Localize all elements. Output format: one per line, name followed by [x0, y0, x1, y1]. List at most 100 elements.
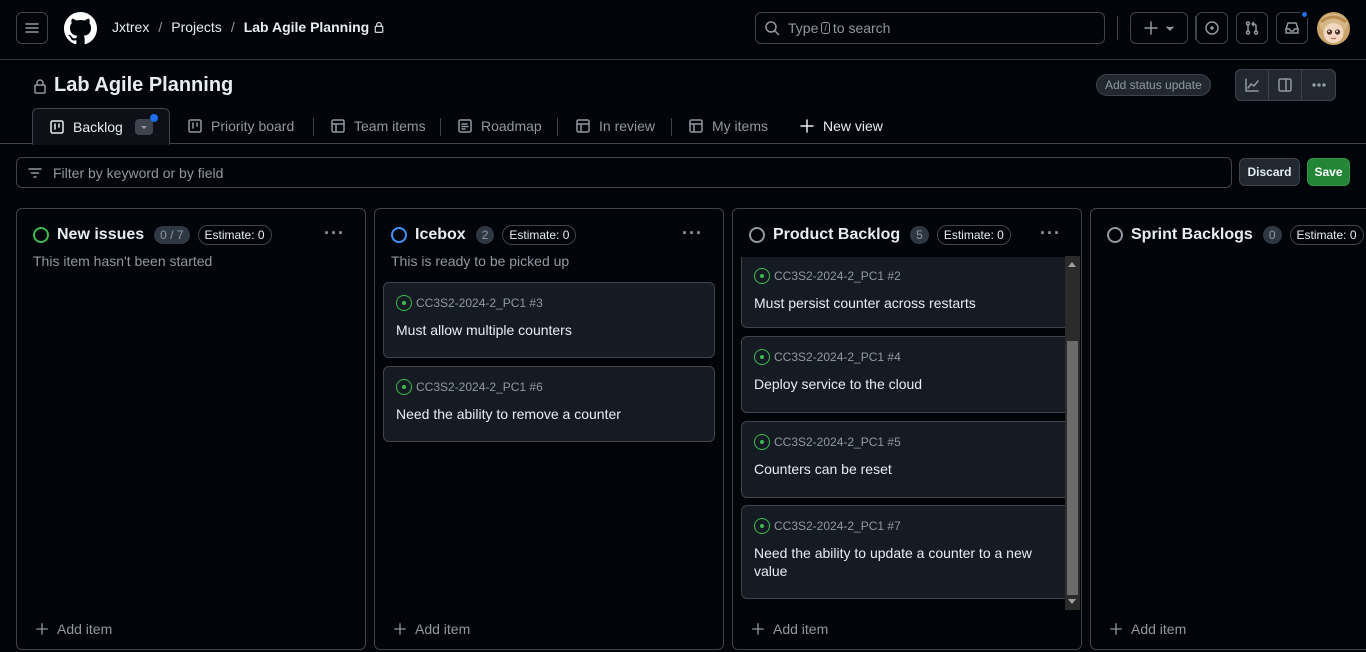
triangle-down-icon: [1165, 23, 1175, 33]
breadcrumb: Jxtrex / Projects / Lab Agile Planning: [112, 19, 385, 35]
board-icon: [49, 119, 65, 135]
tab-priority-board[interactable]: Priority board: [187, 108, 294, 144]
column-count: 5: [910, 226, 929, 244]
menu-icon[interactable]: [16, 12, 48, 44]
column-menu-icon[interactable]: ···: [1040, 223, 1061, 244]
status-circle-icon: [391, 227, 407, 243]
sidebar-toggle-icon[interactable]: [1269, 70, 1302, 100]
search-input[interactable]: Type / to search: [755, 12, 1105, 44]
scroll-up-icon[interactable]: [1068, 262, 1076, 267]
column-menu-icon[interactable]: ···: [324, 223, 345, 244]
board-column-product-backlog: CC3S2-2024-2_PC1 #2 Must persist counter…: [732, 208, 1082, 650]
avatar[interactable]: [1317, 12, 1350, 45]
issue-card[interactable]: CC3S2-2024-2_PC1 #7 Need the ability to …: [741, 505, 1073, 599]
board-column-new-issues: New issues 0 / 7 Estimate: 0 ··· This it…: [16, 208, 366, 650]
card-title[interactable]: Must persist counter across restarts: [754, 294, 1060, 312]
breadcrumb-project[interactable]: Lab Agile Planning: [244, 19, 370, 35]
column-title: New issues: [57, 226, 145, 243]
inbox-icon: [1284, 20, 1300, 36]
divider: [440, 118, 441, 136]
add-item-button[interactable]: Add item: [35, 621, 112, 637]
card-ref-text[interactable]: CC3S2-2024-2_PC1 #7: [774, 519, 901, 533]
status-circle-icon: [749, 227, 765, 243]
new-view-button[interactable]: New view: [799, 108, 883, 144]
issue-card[interactable]: CC3S2-2024-2_PC1 #6 Need the ability to …: [383, 366, 715, 442]
add-item-button[interactable]: Add item: [393, 621, 470, 637]
filter-placeholder: Filter by keyword or by field: [53, 164, 224, 181]
save-button[interactable]: Save: [1307, 158, 1350, 186]
divider: [313, 118, 314, 136]
tab-in-review[interactable]: In review: [575, 108, 655, 144]
tab-backlog[interactable]: Backlog: [32, 108, 170, 145]
add-item-button[interactable]: Add item: [1109, 621, 1186, 637]
plus-icon: [35, 622, 49, 636]
tab-label: My items: [712, 118, 768, 134]
card-title[interactable]: Need the ability to remove a counter: [396, 405, 702, 423]
column-header: Product Backlog 5 Estimate: 0: [749, 225, 1011, 245]
card-reference: CC3S2-2024-2_PC1 #2: [754, 268, 901, 284]
create-new-button[interactable]: [1130, 12, 1188, 44]
breadcrumb-separator: /: [158, 19, 163, 35]
column-estimate: Estimate: 0: [1289, 225, 1364, 245]
card-ref-text[interactable]: CC3S2-2024-2_PC1 #5: [774, 435, 901, 449]
column-header: Sprint Backlogs 0 Estimate: 0: [1107, 225, 1364, 245]
column-header: New issues 0 / 7 Estimate: 0: [33, 225, 272, 245]
issue-card[interactable]: CC3S2-2024-2_PC1 #5 Counters can be rese…: [741, 421, 1073, 498]
add-item-label: Add item: [773, 621, 829, 637]
card-ref-text[interactable]: CC3S2-2024-2_PC1 #6: [416, 380, 543, 394]
card-title[interactable]: Counters can be reset: [754, 460, 1060, 478]
filter-input[interactable]: Filter by keyword or by field: [16, 157, 1232, 188]
scrollbar-thumb[interactable]: [1067, 341, 1078, 595]
issue-opened-icon: [1204, 20, 1220, 36]
plus-icon: [751, 622, 765, 636]
card-reference: CC3S2-2024-2_PC1 #7: [754, 518, 901, 534]
tab-options-button[interactable]: [134, 113, 158, 135]
project-title-text[interactable]: Lab Agile Planning: [54, 74, 233, 97]
tab-label: In review: [599, 118, 656, 134]
divider: [671, 118, 672, 136]
issue-card[interactable]: CC3S2-2024-2_PC1 #4 Deploy service to th…: [741, 336, 1073, 413]
card-ref-text[interactable]: CC3S2-2024-2_PC1 #4: [774, 350, 901, 364]
card-title[interactable]: Must allow multiple counters: [396, 321, 702, 339]
issue-opened-icon: [754, 434, 770, 450]
tab-label: Team items: [354, 118, 426, 134]
insights-icon[interactable]: [1236, 70, 1269, 100]
column-menu-icon[interactable]: ···: [682, 223, 703, 244]
divider: [1117, 16, 1118, 40]
top-navigation-bar: Jxtrex / Projects / Lab Agile Planning T…: [0, 0, 1366, 60]
board-column-sprint-backlogs: Sprint Backlogs 0 Estimate: 0 Add item: [1090, 208, 1366, 650]
add-item-button[interactable]: Add item: [751, 621, 828, 637]
tab-my-items[interactable]: My items: [688, 108, 768, 144]
card-ref-text[interactable]: CC3S2-2024-2_PC1 #2: [774, 269, 901, 283]
card-title[interactable]: Need the ability to update a counter to …: [754, 544, 1060, 580]
breadcrumb-projects[interactable]: Projects: [171, 19, 222, 35]
plus-icon: [1109, 622, 1123, 636]
card-title[interactable]: Deploy service to the cloud: [754, 375, 1060, 393]
github-logo-icon[interactable]: [64, 12, 97, 45]
issue-opened-icon: [754, 349, 770, 365]
column-scrollbar[interactable]: [1065, 256, 1080, 610]
issues-button[interactable]: [1196, 12, 1228, 44]
discard-button[interactable]: Discard: [1239, 158, 1300, 186]
breadcrumb-owner[interactable]: Jxtrex: [112, 19, 149, 35]
column-estimate: Estimate: 0: [197, 225, 272, 245]
scroll-down-icon[interactable]: [1068, 599, 1076, 604]
kebab-horizontal-icon[interactable]: [1302, 70, 1335, 100]
add-item-label: Add item: [1131, 621, 1187, 637]
issue-card[interactable]: CC3S2-2024-2_PC1 #2 Must persist counter…: [741, 247, 1073, 328]
tab-team-items[interactable]: Team items: [330, 108, 426, 144]
column-title: Product Backlog: [773, 226, 901, 243]
pull-requests-button[interactable]: [1236, 12, 1268, 44]
issue-opened-icon: [754, 268, 770, 284]
column-title: Icebox: [415, 226, 466, 243]
table-icon: [330, 118, 346, 134]
project-title: Lab Agile Planning: [32, 74, 233, 97]
issue-card[interactable]: CC3S2-2024-2_PC1 #3 Must allow multiple …: [383, 282, 715, 358]
search-shortcut-key: /: [821, 22, 830, 34]
tab-roadmap[interactable]: Roadmap: [457, 108, 542, 144]
card-ref-text[interactable]: CC3S2-2024-2_PC1 #3: [416, 296, 543, 310]
lock-icon: [373, 21, 385, 33]
divider: [557, 118, 558, 136]
add-status-update-button[interactable]: Add status update: [1096, 74, 1211, 96]
column-description: This is ready to be picked up: [391, 253, 570, 269]
